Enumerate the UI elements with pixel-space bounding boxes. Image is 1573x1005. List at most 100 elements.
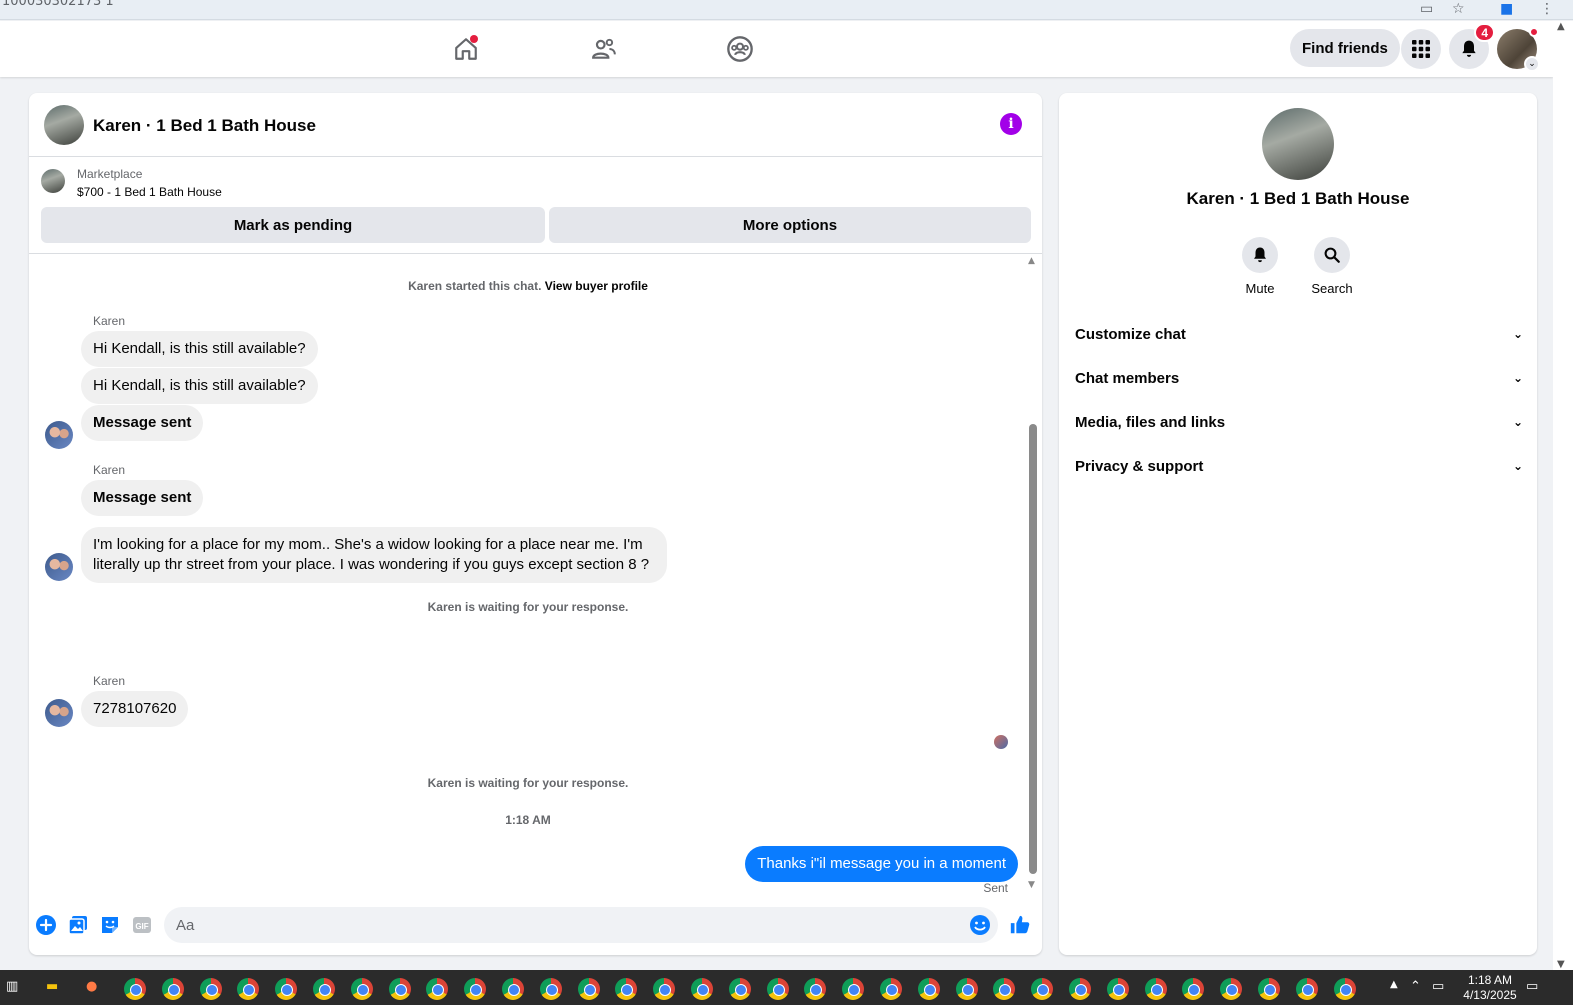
karen-avatar[interactable] [45, 553, 73, 581]
page-scrollbar[interactable]: ▲ ▼ [1553, 21, 1573, 970]
mute-action[interactable]: Mute [1230, 237, 1290, 296]
browser-taskbar-icon[interactable] [1031, 978, 1054, 1000]
browser-taskbar-icon[interactable] [1182, 978, 1205, 1000]
chat-avatar[interactable] [44, 105, 84, 145]
attach-photo-button[interactable] [67, 914, 89, 936]
gif-button[interactable]: GIF [131, 914, 153, 936]
search-action[interactable]: Search [1302, 237, 1362, 296]
browser-taskbar-icon[interactable] [350, 978, 373, 1000]
mute-button[interactable] [1242, 237, 1278, 273]
add-button[interactable] [35, 914, 57, 936]
message-bubble[interactable]: Hi Kendall, is this still available? [81, 331, 318, 367]
browser-taskbar-icon[interactable] [161, 978, 184, 1000]
browser-taskbar-icon[interactable] [728, 978, 751, 1000]
message-bubble[interactable]: Hi Kendall, is this still available? [81, 368, 318, 404]
show-hidden-icon[interactable]: ⌃ [1410, 979, 1421, 994]
more-options-button[interactable]: More options [549, 207, 1031, 243]
media-files-links-section[interactable]: Media, files and links ⌄ [1075, 404, 1523, 440]
browser-taskbar-icon[interactable] [124, 978, 146, 1000]
notifications-center-icon[interactable]: ▭ [1526, 979, 1538, 994]
section-label: Media, files and links [1075, 413, 1226, 431]
search-button[interactable] [1314, 237, 1350, 273]
task-view-icon[interactable]: ▥ [6, 979, 18, 994]
scroll-up-icon[interactable]: ▲ [1557, 21, 1565, 32]
browser-taskbar-icon[interactable] [275, 978, 298, 1000]
tray-overflow-icon[interactable]: ▲ [1390, 979, 1398, 990]
browser-taskbar-icon[interactable] [426, 978, 449, 1000]
browser-taskbar-icon[interactable] [804, 978, 827, 1000]
browser-taskbar-icon[interactable] [615, 978, 638, 1000]
browser-taskbar-icon[interactable] [842, 978, 865, 1000]
sender-name: Karen [93, 314, 126, 328]
browser-taskbar-icon[interactable] [1295, 978, 1318, 1000]
browser-taskbar-icon[interactable] [917, 978, 940, 1000]
chat-members-section[interactable]: Chat members ⌄ [1075, 360, 1523, 396]
view-buyer-profile-link[interactable]: View buyer profile [545, 279, 648, 293]
scroll-thumb[interactable] [1029, 424, 1037, 874]
app-icon[interactable]: ● [86, 979, 97, 994]
message-bubble[interactable]: Message sent [81, 480, 204, 516]
browser-taskbar-icon[interactable] [1144, 978, 1167, 1000]
listing-thumbnail [41, 169, 65, 193]
browser-taskbar-icon[interactable] [1258, 978, 1280, 1000]
notifications-button[interactable]: 4 [1449, 23, 1495, 69]
browser-taskbar-icon[interactable] [237, 978, 260, 1000]
browser-taskbar-icon[interactable] [1333, 978, 1356, 1000]
scroll-up-icon[interactable]: ▲ [1028, 256, 1035, 266]
browser-menu-icon[interactable]: ⋮ [1540, 1, 1554, 17]
network-icon[interactable]: ▭ [1432, 979, 1444, 994]
karen-avatar[interactable] [45, 421, 73, 449]
groups-nav[interactable] [722, 31, 758, 67]
karen-avatar[interactable] [45, 699, 73, 727]
customize-chat-section[interactable]: Customize chat ⌄ [1075, 316, 1523, 352]
bookmark-star-icon[interactable]: ☆ [1452, 1, 1465, 17]
address-bar-text[interactable]: 100030302173 1 [2, 0, 114, 9]
browser-taskbar-icon[interactable] [691, 978, 713, 1000]
browser-taskbar-icon[interactable] [766, 978, 789, 1000]
message-scrollbar[interactable]: ▲ ▼ [1027, 254, 1039, 894]
search-label: Search [1311, 281, 1353, 296]
mark-as-pending-button[interactable]: Mark as pending [41, 207, 545, 243]
clock[interactable]: 1:18 AM 4/13/2025 [1458, 973, 1522, 1003]
message-bubble[interactable]: Message sent [81, 405, 204, 441]
browser-taskbar-icon[interactable] [199, 978, 222, 1000]
browser-taskbar-icon[interactable] [502, 978, 524, 1000]
home-nav[interactable] [448, 31, 484, 67]
like-button[interactable] [1009, 914, 1031, 936]
chat-details-panel: Karen · 1 Bed 1 Bath House Mute Search C… [1059, 93, 1537, 955]
browser-taskbar-icon[interactable] [1106, 978, 1129, 1000]
emoji-button[interactable] [969, 914, 991, 936]
scroll-down-icon[interactable]: ▼ [1557, 959, 1565, 970]
extension-icon[interactable]: ■ [1500, 1, 1513, 17]
notification-count-badge: 4 [1474, 23, 1495, 42]
browser-taskbar-icon[interactable] [993, 978, 1016, 1000]
browser-taskbar-icon[interactable] [464, 978, 487, 1000]
info-icon[interactable]: i [1000, 113, 1022, 135]
account-avatar[interactable]: ⌄ [1497, 27, 1540, 72]
gif-icon: GIF [133, 917, 151, 933]
friends-nav[interactable] [586, 31, 622, 67]
file-explorer-icon[interactable]: ▬ [46, 979, 58, 994]
browser-taskbar-icon[interactable] [539, 978, 562, 1000]
chat-title[interactable]: Karen · 1 Bed 1 Bath House [93, 116, 316, 136]
scroll-down-icon[interactable]: ▼ [1028, 880, 1035, 890]
install-icon[interactable]: ▭ [1420, 1, 1433, 17]
browser-taskbar-icon[interactable] [313, 978, 335, 1000]
browser-taskbar-icon[interactable] [388, 978, 411, 1000]
message-input[interactable] [164, 907, 998, 943]
menu-button[interactable] [1401, 29, 1441, 69]
browser-taskbar-icon[interactable] [1220, 978, 1243, 1000]
find-friends-button[interactable]: Find friends [1290, 29, 1400, 67]
message-list[interactable]: Karen started this chat. View buyer prof… [29, 254, 1042, 895]
message-bubble[interactable]: 7278107620 [81, 691, 189, 727]
browser-taskbar-icon[interactable] [880, 978, 902, 1000]
browser-taskbar-icon[interactable] [653, 978, 676, 1000]
privacy-support-section[interactable]: Privacy & support ⌄ [1075, 448, 1523, 484]
browser-taskbar-icon[interactable] [577, 978, 600, 1000]
message-bubble[interactable]: I'm looking for a place for my mom.. She… [81, 527, 667, 583]
my-message-bubble[interactable]: Thanks i"il message you in a moment [745, 846, 1018, 882]
browser-taskbar-icon[interactable] [1069, 978, 1091, 1000]
browser-taskbar-icon[interactable] [955, 978, 978, 1000]
sticker-button[interactable] [99, 914, 121, 936]
details-avatar[interactable] [1262, 108, 1334, 180]
